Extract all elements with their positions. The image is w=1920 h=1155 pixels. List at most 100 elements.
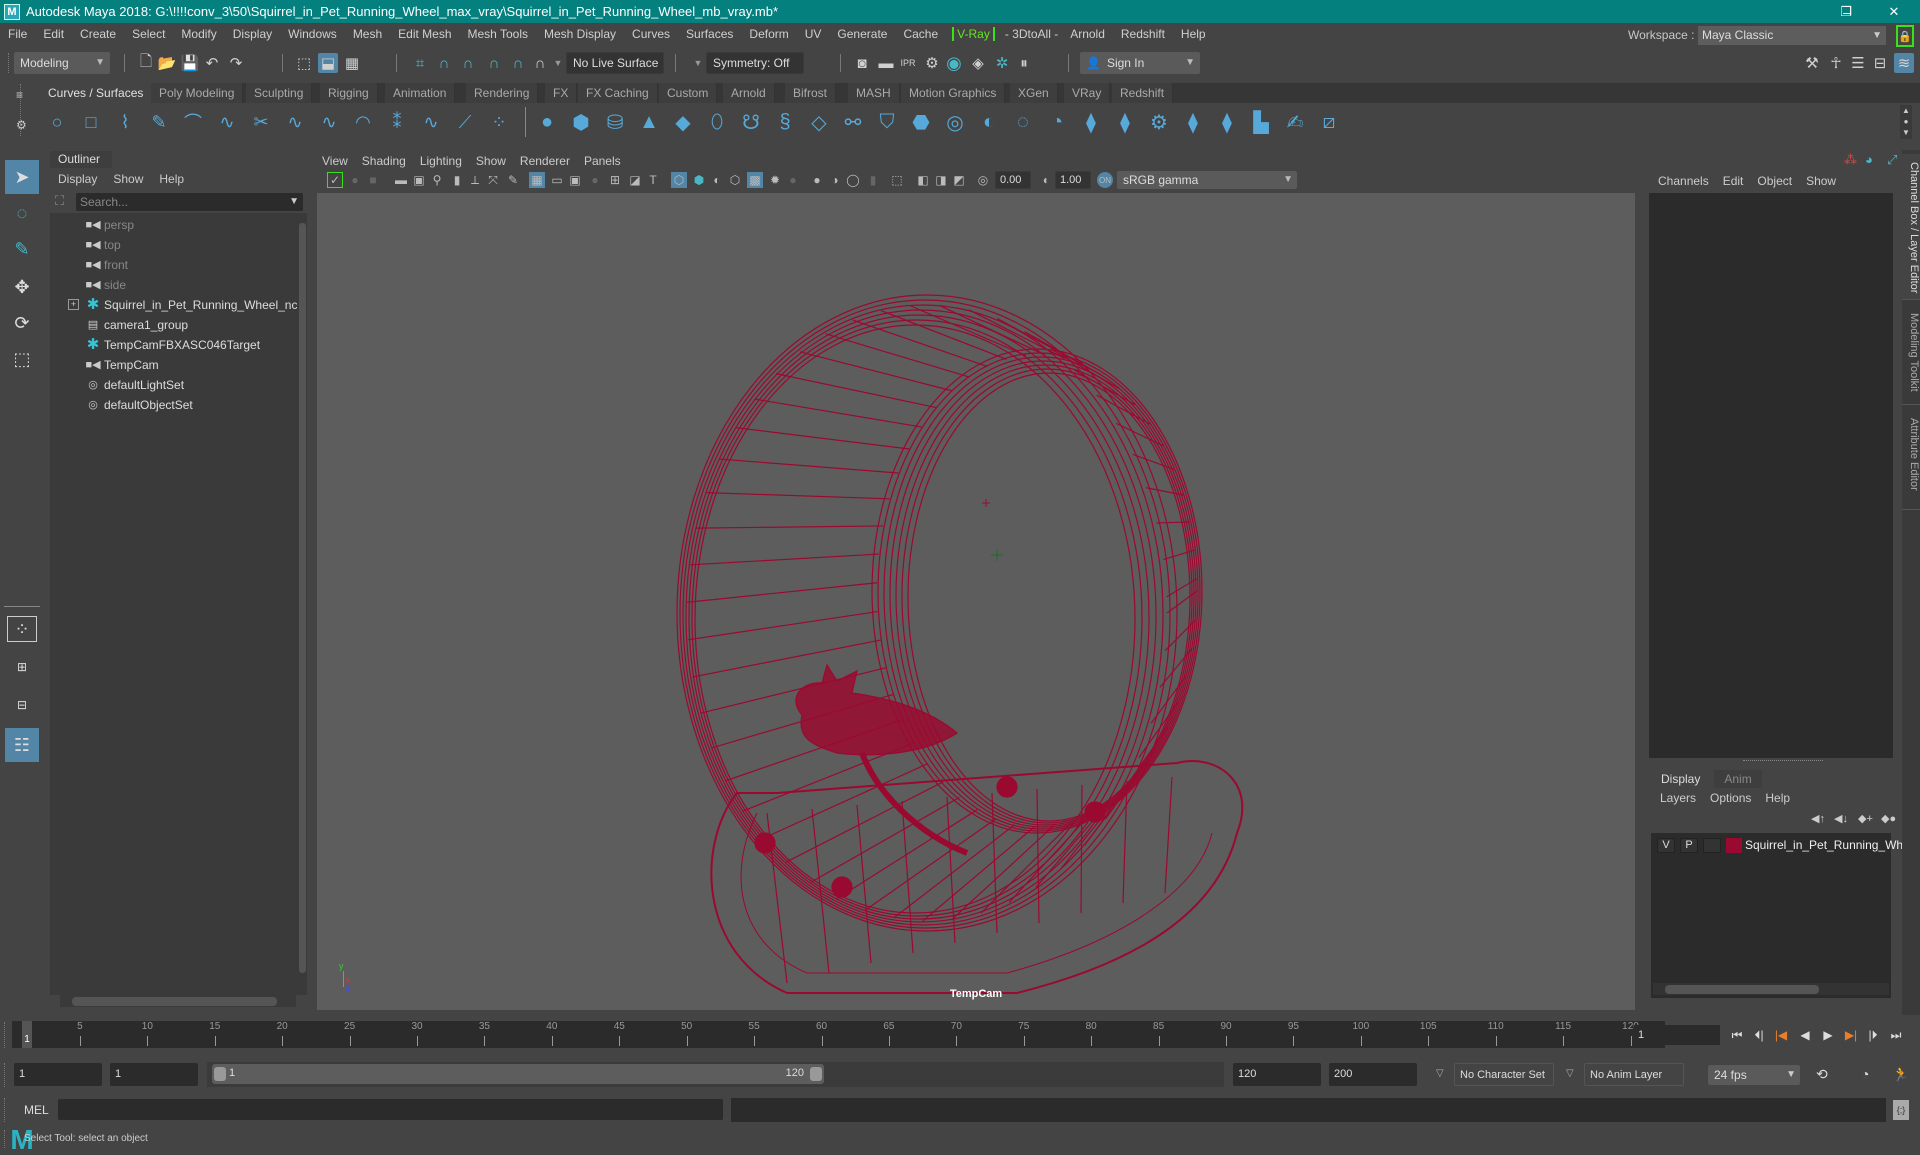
- gamma-field[interactable]: 1.00: [1055, 171, 1091, 189]
- outliner-item-default-object-set[interactable]: ◎ defaultObjectSet: [50, 395, 290, 415]
- fps-dropdown[interactable]: 24 fps ▼: [1708, 1065, 1800, 1085]
- shelf-scrollbar[interactable]: ▲ ● ▼: [1900, 105, 1912, 139]
- play-backwards-icon[interactable]: ◀: [1797, 1027, 1813, 1043]
- grease-pencil-icon[interactable]: ▮: [449, 172, 465, 188]
- select-hierarchy-icon[interactable]: ⬚: [294, 53, 314, 73]
- snap-to-view-plane-icon[interactable]: ∩: [484, 53, 504, 73]
- four-view-layout-icon[interactable]: ⊞: [5, 650, 39, 684]
- outliner-item-front[interactable]: ■◀ front: [50, 255, 290, 275]
- channel-box-menu-show[interactable]: Show: [1799, 172, 1843, 190]
- layer-tab-display[interactable]: Display: [1651, 770, 1711, 788]
- grid-icon[interactable]: ▦: [529, 172, 545, 188]
- attribute-toggle-icon[interactable]: ◕: [1865, 152, 1873, 167]
- color-space-dropdown[interactable]: sRGB gamma ▼: [1117, 171, 1297, 189]
- camera-attributes-icon[interactable]: ■: [365, 172, 381, 188]
- image-plane-icon[interactable]: ▣: [411, 172, 427, 188]
- panel-splitter[interactable]: [1743, 760, 1823, 762]
- layer-tab-anim[interactable]: Anim: [1714, 770, 1762, 788]
- outliner-layout-icon[interactable]: ☷: [5, 728, 39, 762]
- shelf-tab-rigging[interactable]: Rigging: [320, 83, 378, 103]
- playback-end-field[interactable]: 120: [1233, 1063, 1321, 1086]
- offset-curve-icon[interactable]: ◠: [350, 109, 376, 135]
- isolate-select-icon[interactable]: ⬚: [889, 172, 905, 188]
- time-slider[interactable]: 1 5 10 15 20 25 30 35 40 45 50 55 60 65 70 75 80 85 90 95 1…: [12, 1021, 1665, 1048]
- menu-windows[interactable]: Windows: [280, 27, 345, 41]
- attach-curve-icon[interactable]: ∿: [282, 109, 308, 135]
- layer-horizontal-scrollbar[interactable]: [1653, 983, 1889, 995]
- safe-action-icon[interactable]: ◪: [627, 172, 643, 188]
- chevron-down-icon[interactable]: ▽: [1436, 1068, 1444, 1079]
- move-tool-icon[interactable]: ✥: [5, 270, 39, 304]
- side-tab-channel-box[interactable]: Channel Box / Layer Editor: [1902, 154, 1920, 300]
- drag-handle[interactable]: [4, 1098, 7, 1122]
- outliner-item-camera1-group[interactable]: ▤ camera1_group: [50, 315, 290, 335]
- light-editor-icon[interactable]: ✲: [992, 53, 1012, 73]
- snap-together-icon[interactable]: ∩: [530, 53, 550, 73]
- shelf-tab-arnold[interactable]: Arnold: [723, 83, 775, 103]
- extend-curve-icon[interactable]: ∿: [418, 109, 444, 135]
- shelf-tab-rendering[interactable]: Rendering: [466, 83, 539, 103]
- shelf-tab-curves-surfaces[interactable]: Curves / Surfaces: [40, 83, 153, 103]
- expand-icon[interactable]: +: [68, 299, 79, 310]
- cut-curve-icon[interactable]: ✂: [248, 109, 274, 135]
- surface-editing-icon[interactable]: ⧄: [1316, 109, 1342, 135]
- new-layer-from-selected-icon[interactable]: ◆●: [1881, 812, 1896, 825]
- rebuild-curve-icon[interactable]: ∿: [316, 109, 342, 135]
- viewport-menu-panels[interactable]: Panels: [577, 152, 628, 170]
- outliner-item-tempcam-target[interactable]: ✱ TempCamFBXASC046Target: [50, 335, 290, 355]
- human-ik-icon[interactable]: ☥: [1826, 53, 1846, 73]
- layer-playback-toggle[interactable]: P: [1680, 838, 1698, 853]
- insert-isoparm-icon[interactable]: ⚙: [1146, 109, 1172, 135]
- workspace-dropdown[interactable]: Maya Classic ▼: [1698, 26, 1886, 45]
- start-time-field[interactable]: 1: [14, 1063, 102, 1086]
- outliner-menu-help[interactable]: Help: [151, 170, 192, 188]
- select-object-icon[interactable]: ⬓: [318, 53, 338, 73]
- nurbs-torus-icon[interactable]: ⬯: [704, 109, 730, 135]
- restore-button[interactable]: ❐: [1826, 0, 1866, 23]
- paint-icon[interactable]: ✎: [505, 172, 521, 188]
- range-slider[interactable]: 1 120: [212, 1064, 824, 1084]
- drag-handle[interactable]: [4, 1130, 7, 1148]
- layer-name[interactable]: Squirrel_in_Pet_Running_Whe: [1745, 838, 1910, 852]
- extend-surface-icon[interactable]: ⧫: [1180, 109, 1206, 135]
- birail-icon[interactable]: ⛉: [874, 109, 900, 135]
- move-layer-up-icon[interactable]: ◀↑: [1811, 812, 1825, 825]
- shelf-tab-xgen[interactable]: XGen: [1010, 83, 1058, 103]
- channel-box-menu-channels[interactable]: Channels: [1651, 172, 1716, 190]
- open-scene-icon[interactable]: 📂: [157, 53, 177, 73]
- bevel-plus-icon[interactable]: ⬣: [908, 109, 934, 135]
- sign-in-button[interactable]: 👤 Sign In ▼: [1080, 52, 1200, 74]
- menu-edit[interactable]: Edit: [35, 27, 72, 41]
- single-perspective-view-icon[interactable]: ⁘: [7, 616, 37, 642]
- menu-mesh-tools[interactable]: Mesh Tools: [460, 27, 536, 41]
- shelf-menu-icon[interactable]: ≡: [16, 88, 23, 102]
- layer-editor-toggle-icon[interactable]: ⤢: [1887, 152, 1897, 168]
- shelf-tab-mash[interactable]: MASH: [848, 83, 900, 103]
- outliner-item-default-light-set[interactable]: ◎ defaultLightSet: [50, 375, 290, 395]
- chevron-down-icon[interactable]: ▼: [548, 53, 568, 73]
- offset-surface-icon[interactable]: ⧫: [1214, 109, 1240, 135]
- menu-create[interactable]: Create: [72, 27, 124, 41]
- play-forwards-icon[interactable]: ▶: [1820, 1027, 1836, 1043]
- menu-generate[interactable]: Generate: [829, 27, 895, 41]
- shelf-tab-bifrost[interactable]: Bifrost: [785, 83, 837, 103]
- select-camera-icon[interactable]: ✓: [327, 172, 343, 188]
- detach-surface-icon[interactable]: ⧫: [1112, 109, 1138, 135]
- drag-handle[interactable]: [4, 1022, 7, 1048]
- command-language-label[interactable]: MEL: [24, 1103, 49, 1117]
- grid-snap-icon[interactable]: ⟂: [467, 172, 483, 188]
- snap-to-point-icon[interactable]: ∩: [458, 53, 478, 73]
- shelf-tab-vray[interactable]: VRay: [1064, 83, 1111, 103]
- motion-blur-icon[interactable]: ◑: [827, 172, 843, 188]
- cv-curve-icon[interactable]: ⌒: [180, 109, 206, 135]
- menu-curves[interactable]: Curves: [624, 27, 678, 41]
- outliner-vertical-scrollbar[interactable]: [297, 213, 307, 995]
- modeling-toolkit-icon[interactable]: ⚒: [1802, 53, 1822, 73]
- menu-uv[interactable]: UV: [797, 27, 830, 41]
- viewport-menu-lighting[interactable]: Lighting: [413, 152, 469, 170]
- xray-joints-icon[interactable]: ◨: [933, 172, 949, 188]
- hypershade-icon[interactable]: ◉: [944, 53, 964, 73]
- use-all-lights-icon[interactable]: ✹: [767, 172, 783, 188]
- nurbs-plane-icon[interactable]: ◆: [670, 109, 696, 135]
- reverse-curve-icon[interactable]: ⁑: [384, 109, 410, 135]
